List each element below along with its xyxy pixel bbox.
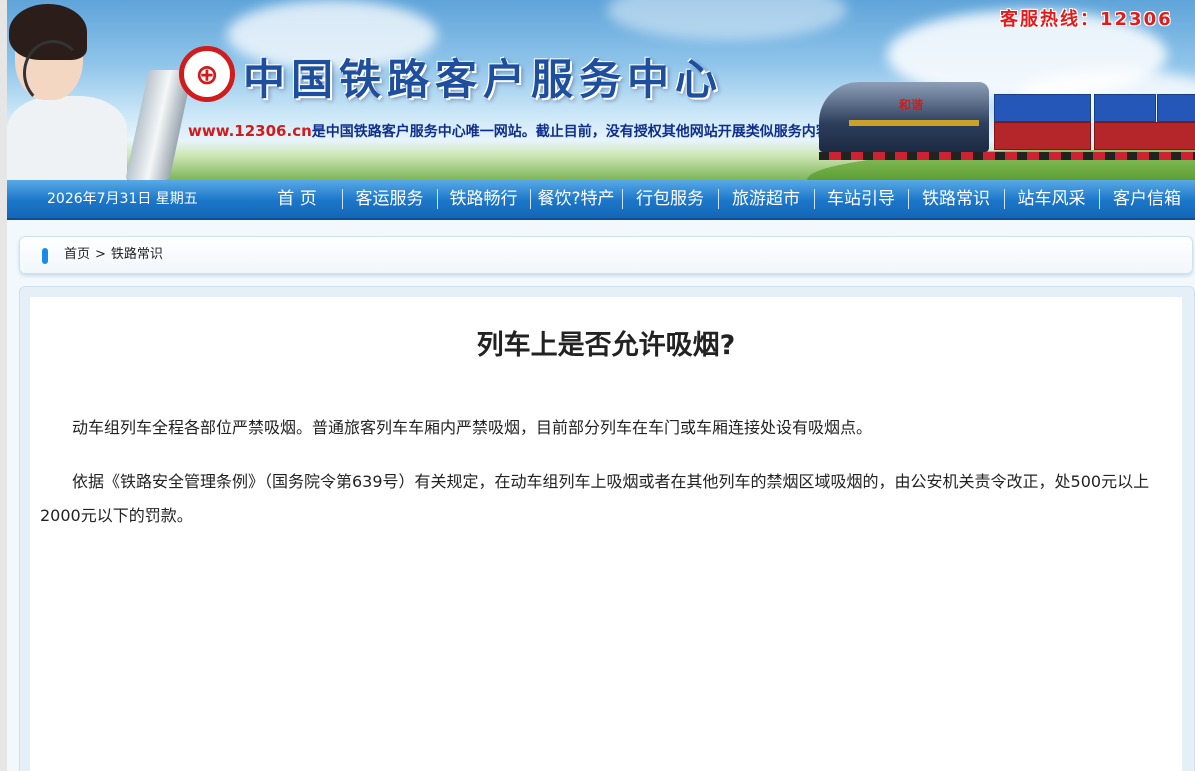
breadcrumb-separator: > [95, 247, 106, 262]
breadcrumb-home-link[interactable]: 首页 [64, 247, 90, 262]
nav-item-customer-mailbox[interactable]: 客户信箱 [1099, 180, 1195, 218]
cloud [607, 0, 847, 40]
nav-item-passenger-service[interactable]: 客运服务 [342, 180, 437, 218]
headset-icon [23, 40, 83, 106]
freight-container [1094, 122, 1195, 150]
nav-item-station-guide[interactable]: 车站引导 [814, 180, 908, 218]
locomotive: 和谐 [819, 82, 989, 152]
freight-container [994, 122, 1091, 150]
site-url-link[interactable]: www.12306.cn [188, 122, 312, 140]
nav-menu: 首 页 客运服务 铁路畅行 餐饮?特产 行包服务 旅游超市 车站引导 铁路常识 … [252, 180, 1195, 218]
railway-logo[interactable]: ⊕ [179, 46, 235, 102]
nav-item-railway-knowledge[interactable]: 铁路常识 [908, 180, 1004, 218]
nav-item-home[interactable]: 首 页 [252, 180, 342, 218]
breadcrumb-items: 首页 > 铁路常识 [64, 237, 163, 273]
article-paragraph: 依据《铁路安全管理条例》（国务院令第639号）有关规定，在动车组列车上吸烟或者在… [40, 472, 1150, 525]
site-title: 中国铁路客户服务中心 [243, 55, 724, 104]
hotline: 客服热线：12306 [1000, 9, 1173, 30]
breadcrumb: 首页 > 铁路常识 [19, 236, 1193, 274]
main-nav: 2026年7月31日 星期五 首 页 客运服务 铁路畅行 餐饮?特产 行包服务 … [7, 180, 1195, 220]
breadcrumb-marker [42, 248, 48, 264]
train-label: 和谐 [899, 98, 924, 112]
train-image: 和谐 [819, 72, 1195, 168]
freight-container [994, 94, 1091, 122]
nav-item-station-train-gallery[interactable]: 站车风采 [1004, 180, 1099, 218]
article-paragraph: 动车组列车全程各部位严禁吸烟。普通旅客列车车厢内严禁吸烟，目前部分列车在车门或车… [72, 418, 873, 437]
breadcrumb-current-link[interactable]: 铁路常识 [111, 247, 163, 262]
nav-item-railway-travel[interactable]: 铁路畅行 [437, 180, 530, 218]
nav-item-catering-specialties[interactable]: 餐饮?特产 [530, 180, 622, 218]
nav-item-travel-market[interactable]: 旅游超市 [718, 180, 814, 218]
current-date: 2026年7月31日 星期五 [47, 191, 198, 207]
freight-container [1094, 94, 1156, 122]
page: ⊕ 中国铁路客户服务中心 www.12306.cn是中国铁路客户服务中心唯一网站… [7, 0, 1195, 771]
nav-item-luggage-service[interactable]: 行包服务 [622, 180, 718, 218]
header-banner: ⊕ 中国铁路客户服务中心 www.12306.cn是中国铁路客户服务中心唯一网站… [7, 0, 1195, 180]
article-panel: 列车上是否允许吸烟? 动车组列车全程各部位严禁吸烟。普通旅客列车车厢内严禁吸烟，… [19, 286, 1195, 771]
article-body: 列车上是否允许吸烟? 动车组列车全程各部位严禁吸烟。普通旅客列车车厢内严禁吸烟，… [30, 297, 1182, 771]
freight-container [1157, 94, 1195, 122]
article-title: 列车上是否允许吸烟? [476, 330, 736, 361]
